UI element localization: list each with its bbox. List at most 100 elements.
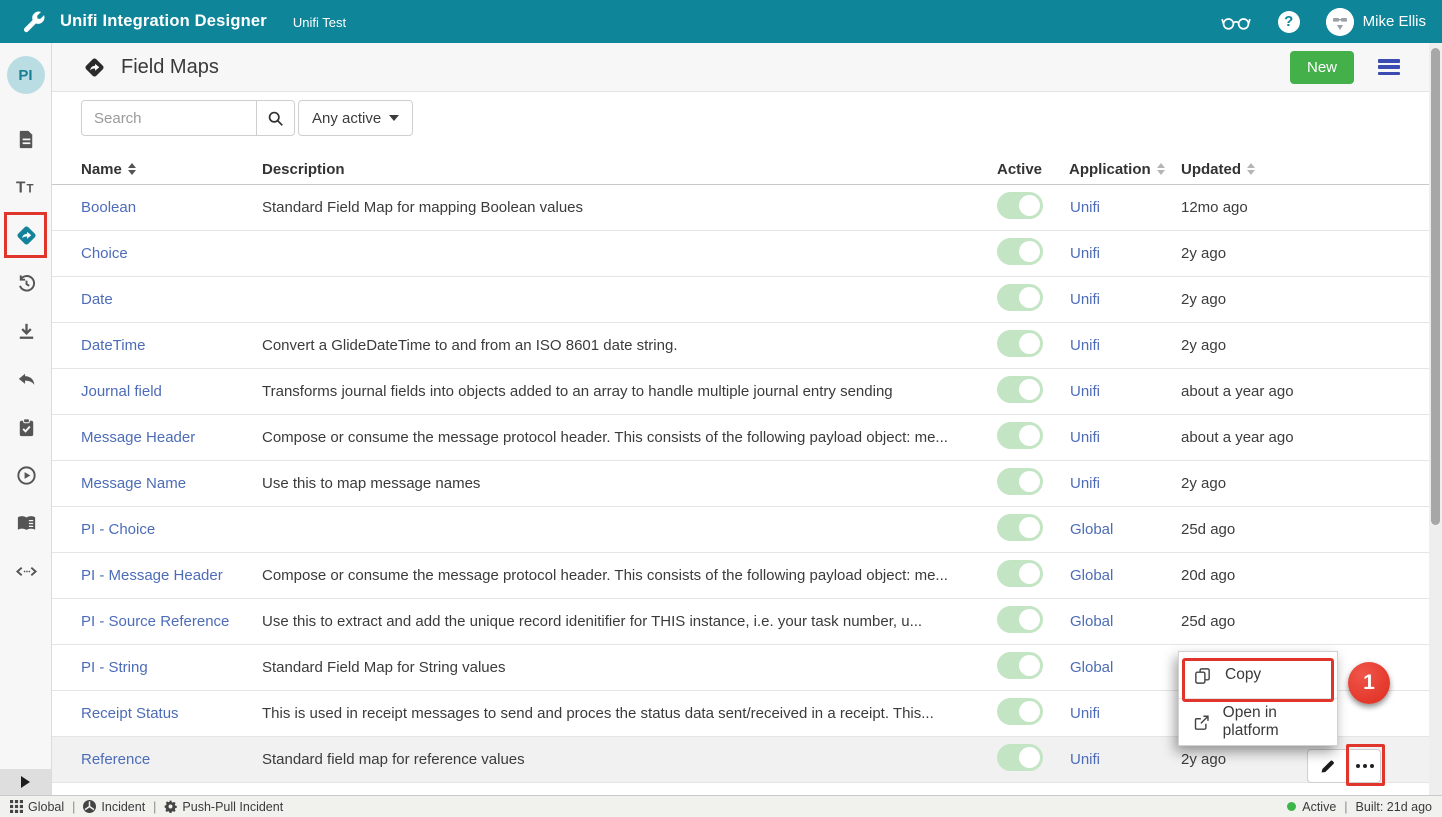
wrench-icon	[20, 9, 46, 35]
table-row[interactable]: Choice Unifi 2y ago	[52, 231, 1429, 277]
svg-text:T: T	[26, 183, 33, 195]
application-link[interactable]: Global	[1070, 613, 1113, 630]
chevron-down-icon	[389, 115, 399, 121]
sidebar-expand-button[interactable]	[0, 769, 51, 795]
code-icon	[15, 560, 38, 583]
column-header-description: Description	[262, 161, 997, 178]
sidebar-item-field-maps[interactable]	[0, 211, 52, 259]
sidebar-item-documents[interactable]	[0, 115, 52, 163]
table-row[interactable]: Boolean Standard Field Map for mapping B…	[52, 185, 1429, 231]
active-toggle[interactable]	[997, 560, 1043, 587]
application-link[interactable]: Unifi	[1070, 751, 1100, 768]
sidebar-item-reply[interactable]	[0, 355, 52, 403]
fieldmap-name-link[interactable]: Message Name	[81, 475, 186, 492]
sidebar-item-text[interactable]: T T	[0, 163, 52, 211]
active-toggle[interactable]	[997, 422, 1043, 449]
application-link[interactable]: Unifi	[1070, 705, 1100, 722]
sidebar-item-docs[interactable]	[0, 499, 52, 547]
active-filter-dropdown[interactable]: Any active	[298, 100, 413, 136]
active-toggle[interactable]	[997, 284, 1043, 311]
context-menu: Copy Open in platform	[1178, 651, 1338, 746]
active-toggle[interactable]	[997, 192, 1043, 219]
context-menu-open-in-platform[interactable]: Open in platform	[1179, 699, 1337, 745]
fieldmap-name-link[interactable]: Choice	[81, 245, 128, 262]
application-link[interactable]: Global	[1070, 567, 1113, 584]
clipboard-check-icon	[15, 416, 38, 439]
table-row[interactable]: Message Header Compose or consume the me…	[52, 415, 1429, 461]
table-row[interactable]: PI - Choice Global 25d ago	[52, 507, 1429, 553]
status-scope[interactable]: Global	[10, 800, 64, 814]
username[interactable]: Mike Ellis	[1363, 13, 1426, 30]
svg-text:T: T	[15, 179, 25, 196]
sidebar-item-import[interactable]	[0, 307, 52, 355]
fieldmap-name-link[interactable]: Reference	[81, 751, 150, 768]
fieldmap-name-link[interactable]: Receipt Status	[81, 705, 179, 722]
edit-button[interactable]	[1307, 749, 1348, 783]
sidebar-item-code[interactable]	[0, 547, 52, 595]
play-circle-icon	[15, 464, 38, 487]
new-button[interactable]: New	[1290, 51, 1354, 84]
table-row[interactable]: Message Name Use this to map message nam…	[52, 461, 1429, 507]
fieldmap-name-link[interactable]: PI - Source Reference	[81, 613, 229, 630]
table-row[interactable]: PI - Source Reference Use this to extrac…	[52, 599, 1429, 645]
updated-value: 20d ago	[1181, 567, 1429, 584]
updated-value: 25d ago	[1181, 521, 1429, 538]
fieldmap-name-link[interactable]: Boolean	[81, 199, 136, 216]
fieldmap-name-link[interactable]: Journal field	[81, 383, 162, 400]
expand-arrow-icon	[21, 776, 30, 788]
sidebar-item-history[interactable]	[0, 259, 52, 307]
status-message[interactable]: Push-Pull Incident	[164, 800, 283, 814]
application-link[interactable]: Global	[1070, 659, 1113, 676]
table-row[interactable]: DateTime Convert a GlideDateTime to and …	[52, 323, 1429, 369]
fieldmap-name-link[interactable]: Message Header	[81, 429, 195, 446]
user-avatar[interactable]	[1326, 8, 1354, 36]
application-link[interactable]: Unifi	[1070, 475, 1100, 492]
active-toggle[interactable]	[997, 330, 1043, 357]
sort-icon	[1247, 163, 1255, 175]
active-toggle[interactable]	[997, 514, 1043, 541]
table-row[interactable]: Journal field Transforms journal fields …	[52, 369, 1429, 415]
active-toggle[interactable]	[997, 238, 1043, 265]
table-row[interactable]: Date Unifi 2y ago	[52, 277, 1429, 323]
fieldmap-description: This is used in receipt messages to send…	[262, 705, 997, 722]
fieldmap-name-link[interactable]: DateTime	[81, 337, 145, 354]
field-map-icon	[15, 224, 38, 247]
column-header-updated[interactable]: Updated	[1181, 161, 1429, 178]
active-toggle[interactable]	[997, 606, 1043, 633]
fieldmap-name-link[interactable]: PI - Message Header	[81, 567, 223, 584]
search-input[interactable]	[81, 100, 257, 136]
menu-icon[interactable]	[1378, 59, 1400, 75]
application-link[interactable]: Unifi	[1070, 245, 1100, 262]
application-link[interactable]: Unifi	[1070, 291, 1100, 308]
application-link[interactable]: Unifi	[1070, 383, 1100, 400]
glasses-icon[interactable]	[1220, 10, 1278, 34]
fieldmap-name-link[interactable]: Date	[81, 291, 113, 308]
process-icon	[83, 800, 96, 813]
application-link[interactable]: Unifi	[1070, 199, 1100, 216]
search-icon	[267, 110, 284, 127]
active-toggle[interactable]	[997, 698, 1043, 725]
app-title: Unifi Integration Designer	[60, 12, 267, 31]
application-link[interactable]: Unifi	[1070, 337, 1100, 354]
scrollbar-thumb[interactable]	[1431, 48, 1440, 525]
active-toggle[interactable]	[997, 376, 1043, 403]
status-process[interactable]: Incident	[83, 800, 145, 814]
application-link[interactable]: Global	[1070, 521, 1113, 538]
application-link[interactable]: Unifi	[1070, 429, 1100, 446]
column-header-application[interactable]: Application	[1069, 161, 1181, 178]
table-row[interactable]: PI - Message Header Compose or consume t…	[52, 553, 1429, 599]
sidebar-item-tasks[interactable]	[0, 403, 52, 451]
context-menu-copy[interactable]: Copy	[1179, 652, 1337, 698]
workspace-avatar[interactable]: PI	[7, 56, 45, 94]
download-icon	[15, 320, 38, 343]
more-actions-button[interactable]	[1350, 749, 1381, 783]
active-toggle[interactable]	[997, 652, 1043, 679]
search-button[interactable]	[256, 100, 295, 136]
fieldmap-name-link[interactable]: PI - String	[81, 659, 148, 676]
sidebar-item-run[interactable]	[0, 451, 52, 499]
active-toggle[interactable]	[997, 744, 1043, 771]
active-toggle[interactable]	[997, 468, 1043, 495]
fieldmap-name-link[interactable]: PI - Choice	[81, 521, 155, 538]
column-header-name[interactable]: Name	[81, 161, 262, 178]
help-icon[interactable]: ?	[1278, 11, 1300, 33]
